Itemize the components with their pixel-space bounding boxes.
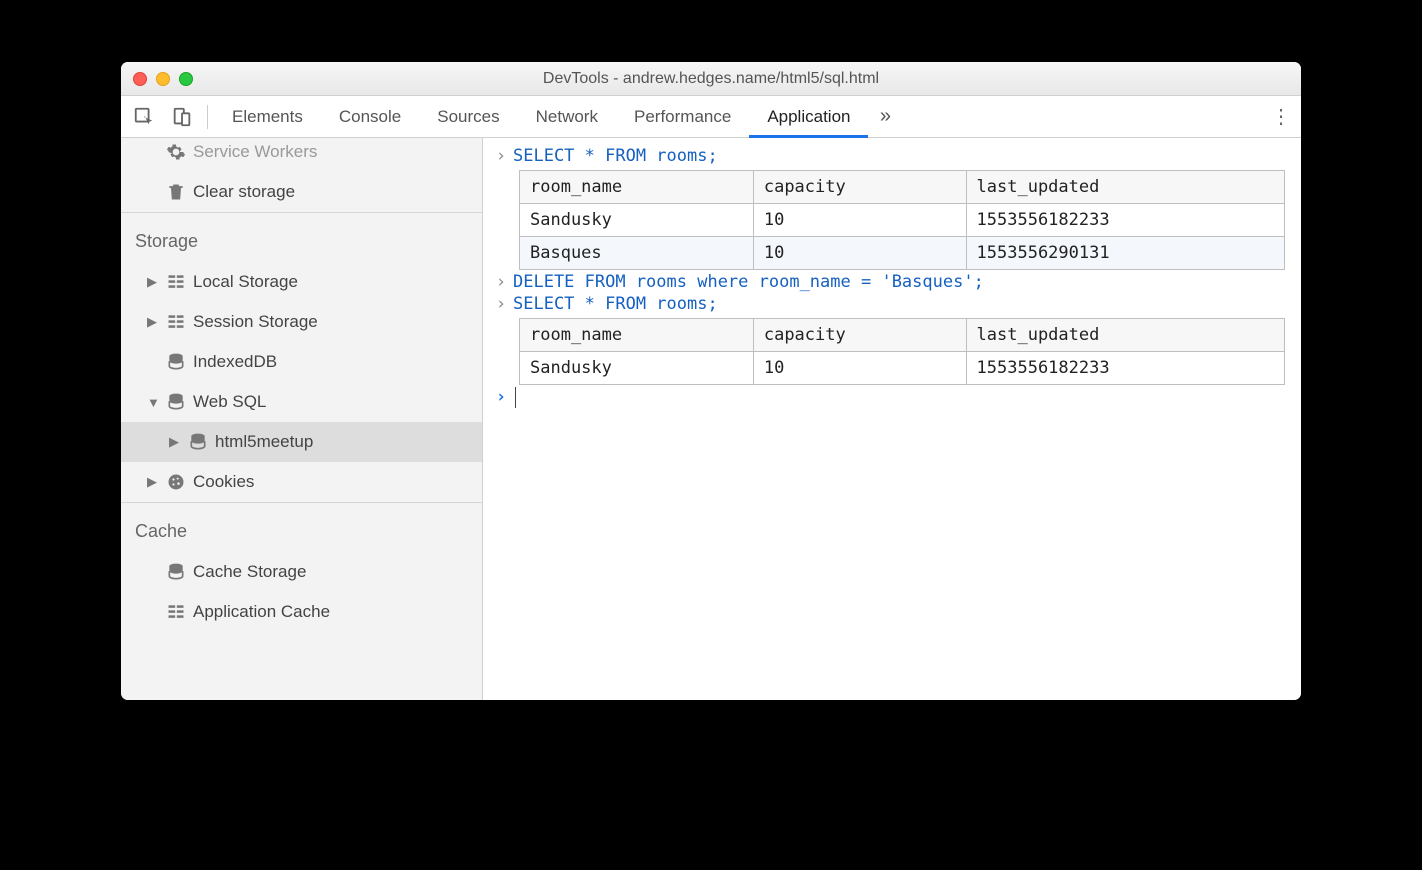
chevron-right-icon: ▶ [147,314,163,330]
sidebar-item-label: Clear storage [189,182,295,202]
prompt-icon: › [489,294,513,314]
column-header: room_name [520,319,754,352]
chevron-right-icon: ▶ [147,274,163,290]
table-icon [163,312,189,332]
sidebar-item-label: Cookies [189,472,254,492]
column-header: room_name [520,171,754,204]
table-cell: Sandusky [520,352,754,385]
table-row[interactable]: Sandusky101553556182233 [520,204,1285,237]
sidebar: Service Workers Clear storage Storage ▶ Lo… [121,138,483,700]
result-table: room_namecapacitylast_updatedSandusky101… [519,318,1285,385]
divider [207,105,208,129]
sidebar-item-application-cache[interactable]: Application Cache [121,592,482,632]
console-query-line: ›SELECT * FROM rooms; [489,146,1289,166]
table-row[interactable]: Sandusky101553556182233 [520,352,1285,385]
sidebar-item-label: Web SQL [189,392,266,412]
table-cell: 10 [753,352,966,385]
cookie-icon [163,472,189,492]
column-header: last_updated [966,171,1284,204]
table-row[interactable]: Basques101553556290131 [520,237,1285,270]
sidebar-item-label: html5meetup [211,432,313,452]
sidebar-item-label: Service Workers [189,142,317,162]
sidebar-item-indexeddb[interactable]: IndexedDB [121,342,482,382]
prompt-icon: › [489,387,513,407]
table-icon [163,272,189,292]
table-cell: 1553556182233 [966,352,1284,385]
table-icon [163,602,189,622]
tab-sources[interactable]: Sources [419,96,517,138]
sidebar-section-cache: Cache [121,502,482,552]
sql-statement: SELECT * FROM rooms; [513,294,718,314]
tabs-overflow-button[interactable]: » [868,105,902,128]
text-cursor [515,387,516,408]
titlebar: DevTools - andrew.hedges.name/html5/sql.… [121,62,1301,96]
chevron-right-icon: ▶ [169,434,185,450]
column-header: capacity [753,171,966,204]
devtools-window: DevTools - andrew.hedges.name/html5/sql.… [121,62,1301,700]
sidebar-item-clear-storage[interactable]: Clear storage [121,172,482,212]
gear-icon [163,142,189,162]
sidebar-item-cache-storage[interactable]: Cache Storage [121,552,482,592]
trash-icon [163,182,189,202]
tab-console[interactable]: Console [321,96,419,138]
column-header: last_updated [966,319,1284,352]
table-cell: 1553556182233 [966,204,1284,237]
column-header: capacity [753,319,966,352]
sidebar-section-storage: Storage [121,212,482,262]
database-icon [185,432,211,452]
sidebar-item-local-storage[interactable]: ▶ Local Storage [121,262,482,302]
sql-statement: SELECT * FROM rooms; [513,146,718,166]
sidebar-item-label: Application Cache [189,602,330,622]
chevron-down-icon: ▼ [147,395,163,410]
database-icon [163,392,189,412]
sql-statement: DELETE FROM rooms where room_name = 'Bas… [513,272,984,292]
tab-elements[interactable]: Elements [214,96,321,138]
result-table: room_namecapacitylast_updatedSandusky101… [519,170,1285,270]
database-icon [163,352,189,372]
window-title: DevTools - andrew.hedges.name/html5/sql.… [121,70,1301,88]
table-cell: 1553556290131 [966,237,1284,270]
chevron-right-icon: ▶ [147,474,163,490]
sidebar-item-web-sql[interactable]: ▼ Web SQL [121,382,482,422]
tab-performance[interactable]: Performance [616,96,749,138]
sidebar-item-label: IndexedDB [189,352,277,372]
sidebar-item-label: Session Storage [189,312,318,332]
sidebar-item-service-workers[interactable]: Service Workers [121,138,482,172]
tab-network[interactable]: Network [518,96,616,138]
tabs-bar: ElementsConsoleSourcesNetworkPerformance… [121,96,1301,138]
tab-application[interactable]: Application [749,96,868,138]
inspect-icon[interactable] [125,106,163,128]
sidebar-item-label: Local Storage [189,272,298,292]
prompt-icon: › [489,272,513,292]
table-cell: 10 [753,237,966,270]
sidebar-item-session-storage[interactable]: ▶ Session Storage [121,302,482,342]
sidebar-item-cookies[interactable]: ▶ Cookies [121,462,482,502]
sidebar-item-html5meetup[interactable]: ▶ html5meetup [121,422,482,462]
console-query-line: ›SELECT * FROM rooms; [489,294,1289,314]
table-cell: 10 [753,204,966,237]
prompt-icon: › [489,146,513,166]
table-cell: Sandusky [520,204,754,237]
kebab-menu-icon[interactable]: ⋮ [1265,104,1297,129]
console-prompt-line[interactable]: › [489,387,1289,408]
websql-console[interactable]: ›SELECT * FROM rooms;room_namecapacityla… [483,138,1301,700]
table-cell: Basques [520,237,754,270]
console-query-line: ›DELETE FROM rooms where room_name = 'Ba… [489,272,1289,292]
device-toggle-icon[interactable] [163,106,201,128]
sidebar-item-label: Cache Storage [189,562,306,582]
database-icon [163,562,189,582]
